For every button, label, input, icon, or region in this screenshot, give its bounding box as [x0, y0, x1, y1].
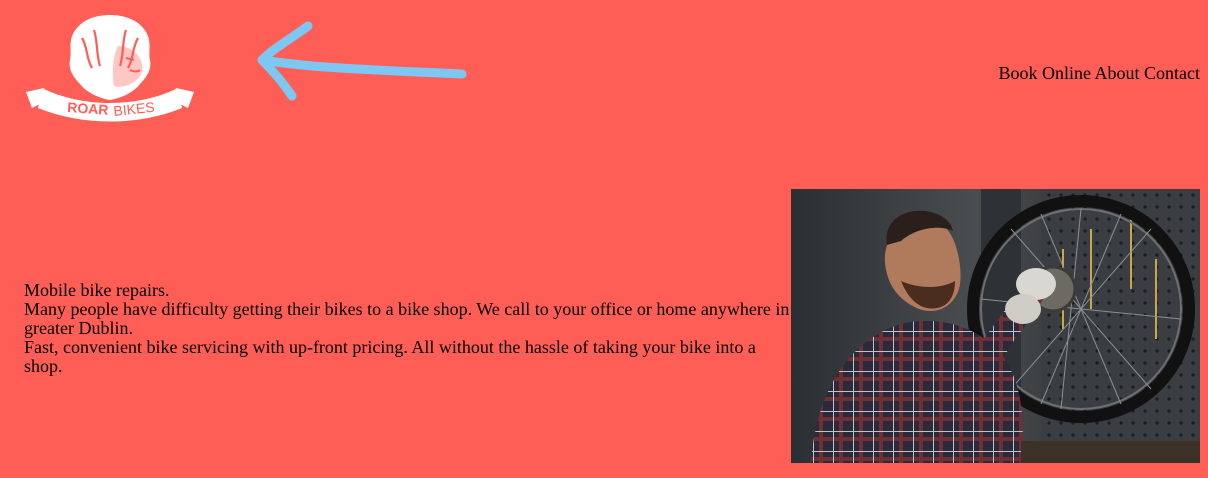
roar-bikes-logo[interactable]: ROAR BIKES — [22, 12, 198, 130]
annotation-arrow — [252, 18, 472, 104]
lion-head-icon: ROAR BIKES — [26, 15, 194, 122]
mechanic-photo — [791, 189, 1200, 463]
arrow-left-icon — [257, 21, 467, 101]
logo-text-bold: ROAR — [67, 99, 109, 118]
main-nav: Book Online About Contact — [998, 62, 1200, 84]
intro-headline: Mobile bike repairs. — [24, 280, 170, 300]
intro-paragraph: Fast, convenient bike servicing with up-… — [24, 337, 756, 376]
intro-paragraph: Many people have difficulty getting thei… — [24, 299, 790, 338]
nav-about[interactable]: About — [1095, 63, 1140, 83]
nav-book-online[interactable]: Book Online — [998, 63, 1091, 83]
intro-section: Mobile bike repairs. Many people have di… — [24, 281, 792, 376]
nav-contact[interactable]: Contact — [1144, 63, 1200, 83]
mechanic-image — [791, 189, 1200, 463]
